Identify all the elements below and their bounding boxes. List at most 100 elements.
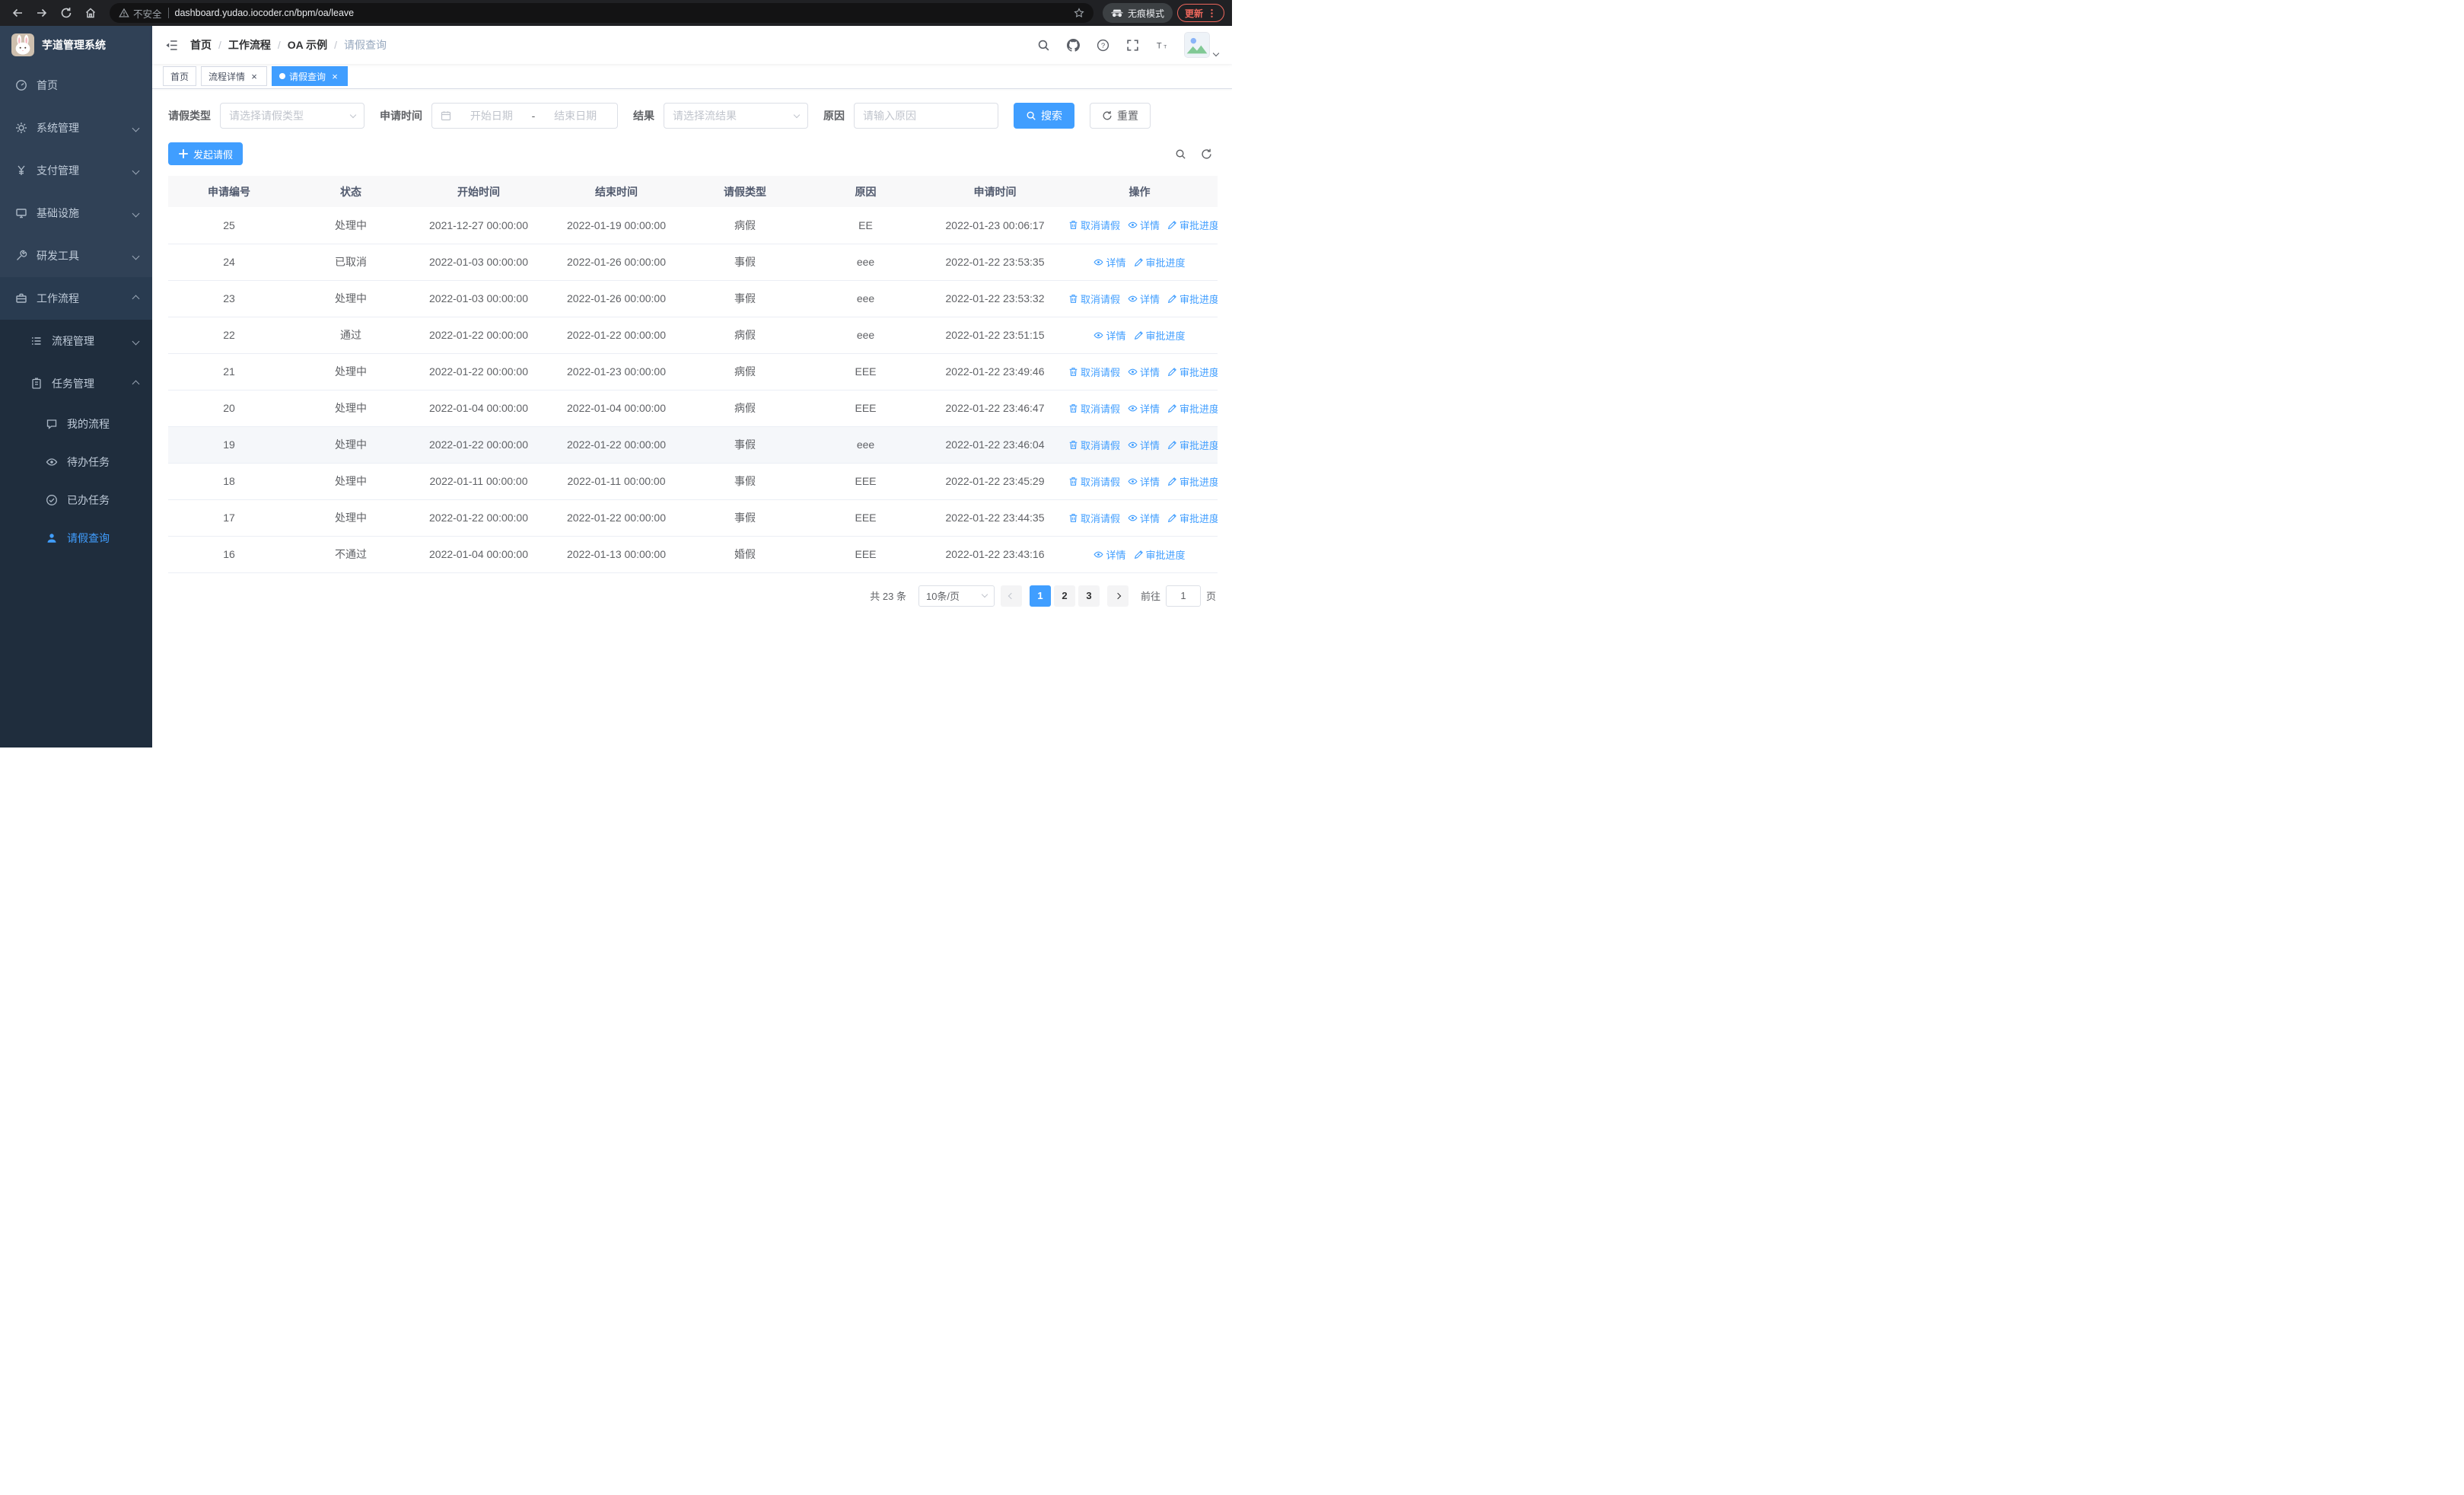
github-icon[interactable] bbox=[1065, 37, 1081, 53]
date-range-picker[interactable]: 开始日期 - 结束日期 bbox=[431, 103, 618, 129]
breadcrumb-item[interactable]: 工作流程 bbox=[228, 37, 271, 53]
font-size-icon[interactable]: TT bbox=[1154, 37, 1170, 53]
sidebar-item-payment[interactable]: 支付管理 bbox=[0, 149, 152, 192]
sidebar-collapse-button[interactable] bbox=[152, 26, 190, 64]
sidebar-item-todo-tasks[interactable]: 待办任务 bbox=[0, 443, 152, 481]
create-leave-button[interactable]: 发起请假 bbox=[168, 142, 244, 165]
sidebar-item-my-process[interactable]: 我的流程 bbox=[0, 405, 152, 443]
result-select[interactable]: 请选择流结果 bbox=[664, 103, 808, 129]
action-progress-link[interactable]: 审批进度 bbox=[1167, 438, 1218, 452]
leave-type-select[interactable]: 请选择请假类型 bbox=[220, 103, 365, 129]
incognito-badge: 无痕模式 bbox=[1102, 3, 1173, 23]
sidebar-item-process-management[interactable]: 流程管理 bbox=[0, 320, 152, 362]
action-detail-link[interactable]: 详情 bbox=[1128, 365, 1160, 379]
select-placeholder: 请选择流结果 bbox=[673, 110, 737, 122]
sidebar-item-done-tasks[interactable]: 已办任务 bbox=[0, 481, 152, 519]
cell-status: 通过 bbox=[290, 317, 412, 354]
prev-page-button[interactable] bbox=[1000, 585, 1022, 607]
browser-forward-button[interactable] bbox=[32, 3, 52, 23]
action-detail-link[interactable]: 详情 bbox=[1128, 292, 1160, 306]
sidebar-item-leave-query[interactable]: 请假查询 bbox=[0, 519, 152, 557]
cell-actions: 取消请假 详情 审批进度 bbox=[1062, 280, 1218, 317]
page-button-3[interactable]: 3 bbox=[1078, 585, 1100, 607]
menu-dots-icon[interactable] bbox=[1207, 8, 1217, 18]
sidebar-item-infrastructure[interactable]: 基础设施 bbox=[0, 192, 152, 234]
action-progress-link[interactable]: 审批进度 bbox=[1134, 547, 1186, 562]
sidebar-item-home[interactable]: 首页 bbox=[0, 64, 152, 107]
help-icon[interactable]: ? bbox=[1095, 37, 1110, 53]
action-detail-link[interactable]: 详情 bbox=[1128, 438, 1160, 452]
action-cancel-link[interactable]: 取消请假 bbox=[1068, 511, 1120, 525]
action-progress-link[interactable]: 审批进度 bbox=[1167, 218, 1218, 232]
action-cancel-link[interactable]: 取消请假 bbox=[1068, 292, 1120, 306]
active-tab-dot bbox=[279, 73, 286, 79]
browser-back-button[interactable] bbox=[8, 3, 27, 23]
action-detail-link[interactable]: 详情 bbox=[1094, 328, 1126, 343]
action-detail-link[interactable]: 详情 bbox=[1094, 255, 1126, 269]
sidebar-item-system[interactable]: 系统管理 bbox=[0, 107, 152, 149]
action-progress-link[interactable]: 审批进度 bbox=[1167, 511, 1218, 525]
reset-button[interactable]: 重置 bbox=[1090, 103, 1151, 129]
goto-page-input[interactable] bbox=[1165, 585, 1201, 607]
sidebar-item-task-management[interactable]: 任务管理 bbox=[0, 362, 152, 405]
action-detail-link[interactable]: 详情 bbox=[1128, 474, 1160, 489]
fullscreen-icon[interactable] bbox=[1125, 37, 1140, 53]
search-toggle-icon[interactable] bbox=[1173, 147, 1187, 161]
bookmark-star-icon[interactable] bbox=[1074, 8, 1084, 18]
page-button-1[interactable]: 1 bbox=[1029, 585, 1051, 607]
address-bar[interactable]: 不安全 dashboard.yudao.iocoder.cn/bpm/oa/le… bbox=[110, 3, 1094, 23]
cell-reason: eee bbox=[803, 317, 928, 354]
tab-process-detail[interactable]: 流程详情 bbox=[201, 66, 268, 86]
search-icon[interactable] bbox=[1036, 37, 1051, 53]
page-button-2[interactable]: 2 bbox=[1053, 585, 1075, 607]
user-menu[interactable] bbox=[1184, 32, 1220, 58]
action-progress-link[interactable]: 审批进度 bbox=[1134, 255, 1186, 269]
action-label: 详情 bbox=[1140, 220, 1160, 232]
action-detail-link[interactable]: 详情 bbox=[1094, 547, 1126, 562]
action-detail-link[interactable]: 详情 bbox=[1128, 218, 1160, 232]
wrench-icon bbox=[15, 250, 27, 262]
sidebar-item-devtools[interactable]: 研发工具 bbox=[0, 234, 152, 277]
close-icon[interactable] bbox=[249, 71, 259, 81]
next-page-button[interactable] bbox=[1106, 585, 1129, 607]
reason-label: 原因 bbox=[823, 110, 845, 122]
action-progress-link[interactable]: 审批进度 bbox=[1134, 328, 1186, 343]
breadcrumb-item[interactable]: 首页 bbox=[190, 37, 212, 53]
action-progress-link[interactable]: 审批进度 bbox=[1167, 292, 1218, 306]
main-area: 首页 / 工作流程 / OA 示例 / 请假查询 ? TT 首页 流程详情 请假查询 bbox=[152, 26, 1232, 748]
app-logo[interactable]: 芋道管理系统 bbox=[0, 26, 152, 64]
tab-leave-query[interactable]: 请假查询 bbox=[272, 66, 349, 86]
refresh-icon[interactable] bbox=[1199, 147, 1213, 161]
tab-home[interactable]: 首页 bbox=[163, 66, 197, 86]
sidebar-item-label: 任务管理 bbox=[52, 378, 94, 390]
search-button[interactable]: 搜索 bbox=[1014, 103, 1074, 129]
action-cancel-link[interactable]: 取消请假 bbox=[1068, 401, 1120, 416]
close-icon[interactable] bbox=[329, 71, 340, 81]
cell-apply-id: 16 bbox=[168, 536, 290, 573]
action-cancel-link[interactable]: 取消请假 bbox=[1068, 474, 1120, 489]
cell-start-time: 2022-01-11 00:00:00 bbox=[412, 463, 546, 500]
action-cancel-link[interactable]: 取消请假 bbox=[1068, 365, 1120, 379]
browser-home-button[interactable] bbox=[81, 3, 100, 23]
browser-reload-button[interactable] bbox=[56, 3, 76, 23]
breadcrumb-item[interactable]: OA 示例 bbox=[288, 37, 327, 53]
clipboard-icon bbox=[30, 378, 43, 390]
update-chrome-button[interactable]: 更新 bbox=[1176, 4, 1224, 22]
action-detail-link[interactable]: 详情 bbox=[1128, 401, 1160, 416]
action-progress-link[interactable]: 审批进度 bbox=[1167, 474, 1218, 489]
sidebar-item-workflow[interactable]: 工作流程 bbox=[0, 277, 152, 320]
action-cancel-link[interactable]: 取消请假 bbox=[1068, 438, 1120, 452]
action-cancel-link[interactable]: 取消请假 bbox=[1068, 218, 1120, 232]
cell-actions: 取消请假 详情 审批进度 bbox=[1062, 390, 1218, 427]
reason-input[interactable] bbox=[854, 103, 998, 129]
action-progress-link[interactable]: 审批进度 bbox=[1167, 401, 1218, 416]
app-title: 芋道管理系统 bbox=[42, 39, 106, 51]
not-secure-warning[interactable]: 不安全 bbox=[119, 6, 162, 21]
filter-form: 请假类型 请选择请假类型 申请时间 开始日期 - 结束日期 结果 请选择流结果 … bbox=[168, 103, 1216, 129]
page-size-select[interactable]: 10条/页 bbox=[918, 585, 995, 607]
dashboard-icon bbox=[15, 79, 27, 91]
cell-status: 处理中 bbox=[290, 463, 412, 500]
action-detail-link[interactable]: 详情 bbox=[1128, 511, 1160, 525]
action-label: 详情 bbox=[1140, 476, 1160, 488]
action-progress-link[interactable]: 审批进度 bbox=[1167, 365, 1218, 379]
